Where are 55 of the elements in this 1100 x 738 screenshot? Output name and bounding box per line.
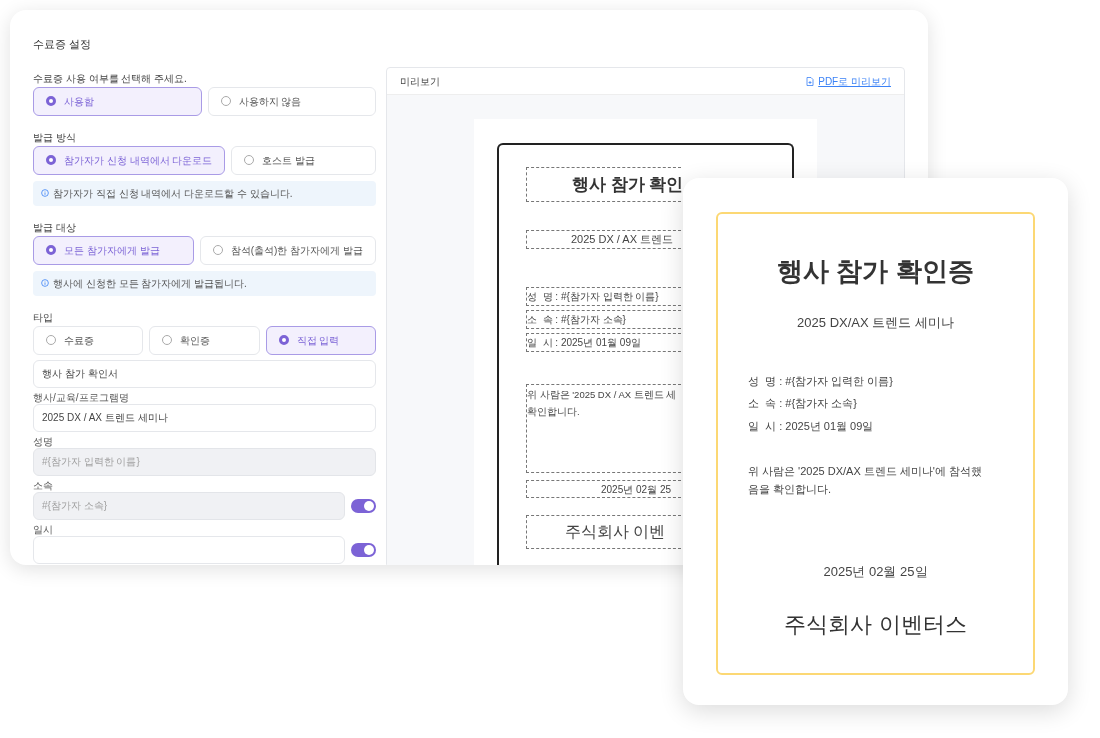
section-label: 발급 방식 [33, 130, 77, 144]
radio-option[interactable]: 모든 참가자에게 발급 [33, 235, 194, 265]
radio-option[interactable]: 참가자가 신청 내역에서 다운로드 [33, 145, 226, 175]
radio-option[interactable]: 호스트 발급 [231, 145, 376, 175]
certificate-issuer: 주식회사 이벤터스 [783, 610, 968, 639]
radio-icon [46, 155, 56, 165]
section-label: 타입 [33, 310, 54, 324]
document-program: 2025 DX / AX 트렌드 [571, 232, 674, 248]
preview-title: 미리보기 [400, 74, 440, 89]
field-label: 일시 [33, 522, 54, 536]
info-icon [41, 189, 49, 197]
radio-option[interactable]: 직접 입력 [265, 325, 376, 355]
radio-option[interactable]: 확인증 [149, 325, 260, 355]
file-icon [806, 76, 815, 86]
text-field[interactable]: 2025 DX / AX 트렌드 세미나 [33, 403, 376, 432]
document-body-line: 확인합니다. [527, 405, 580, 419]
radio-icon [46, 335, 56, 345]
certificate-field-line: 성 명 : #{참가자 입력한 이름} [748, 373, 894, 389]
radio-icon [278, 335, 289, 345]
info-text: 행사에 신청한 모든 참가자에게 발급됩니다. [53, 276, 247, 291]
text-field[interactable]: 행사 참가 확인서 [33, 359, 376, 388]
field-label: 행사/교육/프로그램명 [33, 390, 130, 404]
document-field-line: 일 시 : 2025년 01월 09일 [527, 336, 641, 350]
page-title: 수료증 설정 [33, 37, 93, 52]
radio-icon [220, 96, 231, 106]
field-label: 소속 [33, 478, 54, 492]
certificate-field-line: 소 속 : #{참가자 소속} [748, 396, 858, 411]
radio-option[interactable]: 사용함 [33, 86, 202, 116]
radio-icon [244, 155, 255, 165]
radio-icon [162, 335, 173, 345]
certificate-body: 위 사람은 '2025 DX/AX 트렌드 세미나'에 참석했음을 확인합니다. [748, 464, 984, 497]
document-date: 2025년 02월 25 [601, 482, 672, 497]
radio-option[interactable]: 참석(출석)한 참가자에게 발급 [199, 235, 376, 265]
radio-option[interactable]: 수료증 [33, 325, 144, 355]
info-text: 참가자가 직접 신청 내역에서 다운로드할 수 있습니다. [53, 186, 293, 201]
info-icon [41, 279, 49, 287]
certificate-field-line: 일 시 : 2025년 01월 09일 [748, 418, 875, 434]
document-field-line: 성 명 : #{참가자 입력한 이름} [527, 290, 659, 304]
document-body-line: 위 사람은 '2025 DX / AX 트렌드 세 [527, 388, 677, 402]
certificate-date: 2025년 02월 25일 [822, 563, 929, 581]
document-issuer: 주식회사 이벤 [565, 522, 666, 542]
certificate-program: 2025 DX/AX 트렌드 세미나 [796, 314, 955, 332]
section-label: 발급 대상 [33, 220, 77, 234]
pdf-preview-link[interactable]: PDF로 미리보기 [806, 73, 891, 89]
radio-option[interactable]: 사용하지 않음 [207, 86, 376, 116]
radio-icon [46, 96, 56, 106]
certificate-title: 행사 참가 확인증 [776, 255, 975, 288]
radio-icon [46, 245, 56, 255]
text-field[interactable] [33, 535, 345, 564]
document-field-line: 소 속 : #{참가자 소속} [527, 313, 626, 327]
field-label: 성명 [33, 434, 54, 448]
document-title: 행사 참가 확인 [572, 173, 684, 196]
radio-icon [212, 245, 223, 255]
toggle-switch[interactable] [351, 542, 376, 557]
section-label: 수료증 사용 여부를 선택해 주세요. [33, 71, 188, 85]
